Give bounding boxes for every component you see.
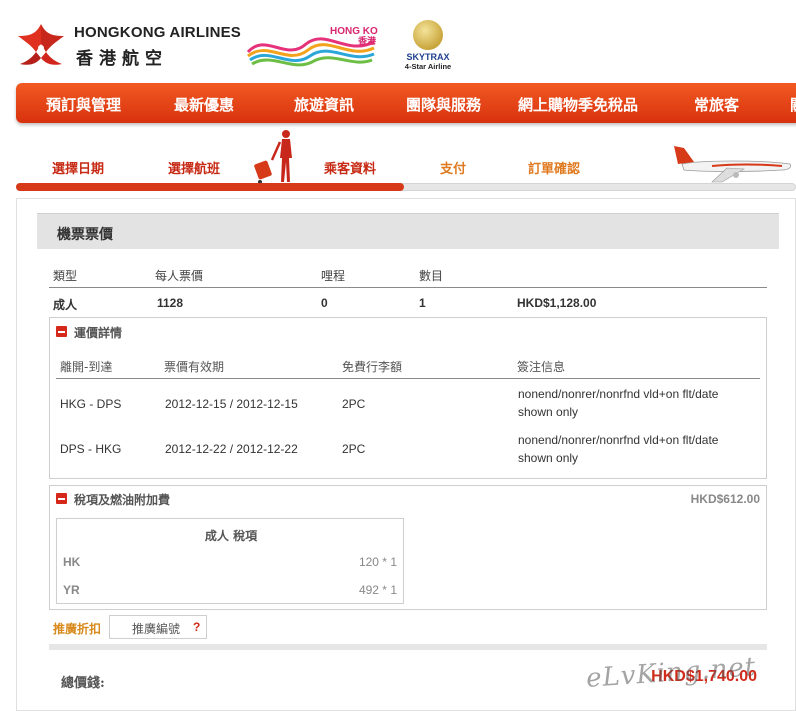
- tax-row-code: YR: [63, 583, 80, 597]
- svg-text:香港: 香港: [357, 35, 377, 47]
- fare-col-count: 數目: [419, 269, 444, 283]
- fare-section-title: 機票票價: [57, 227, 113, 243]
- fare-details-title[interactable]: 運價詳情: [74, 324, 122, 341]
- tax-table-title: 成人 稅項: [204, 529, 258, 543]
- site-header: HONGKONG AIRLINES 香港航空 HONG KONG 香港 SKYT…: [0, 0, 796, 82]
- brand-name-zh[interactable]: 香港航空: [76, 44, 168, 69]
- details-row-route: HKG - DPS: [60, 397, 122, 411]
- details-row-endorsement-line2: shown only: [518, 405, 579, 419]
- details-row-validity: 2012-12-15 / 2012-12-15: [165, 397, 298, 411]
- details-row-validity: 2012-12-22 / 2012-12-22: [165, 442, 298, 456]
- fare-panel: 機票票價 類型 每人票價 哩程 數目 成人 1128 0 1 HKD$1,128…: [16, 198, 796, 711]
- fare-row-type: 成人: [53, 298, 78, 312]
- main-navigation: 預訂與管理 最新優惠 旅遊資訊 團隊與服務 網上購物季免稅品 常旅客 關: [16, 83, 796, 123]
- nav-item-booking[interactable]: 預訂與管理: [46, 94, 121, 115]
- details-row-endorsement-line1: nonend/nonrer/nonrfnd vld+on flt/date: [518, 387, 719, 401]
- step-order-confirmation: 訂單確認: [528, 162, 581, 177]
- total-bar: 總價錢: HKD$1,740.00: [49, 644, 767, 704]
- step-select-date[interactable]: 選擇日期: [52, 158, 104, 177]
- skytrax-name: SKYTRAX: [406, 52, 450, 62]
- fare-col-miles: 哩程: [321, 269, 346, 283]
- taxes-title[interactable]: 稅項及燃油附加費: [74, 491, 170, 508]
- booking-steps: 選擇日期 選擇航班 乘客資料 支付 訂單確認: [16, 124, 796, 194]
- taxes-amount: HKD$612.00: [690, 492, 760, 506]
- step-progress-fill: [16, 183, 404, 191]
- brand-name-en[interactable]: HONGKONG AIRLINES: [74, 24, 241, 41]
- details-col-validity: 票價有效期: [164, 360, 225, 374]
- promo-label: 推廣折扣: [53, 622, 102, 636]
- details-row-route: DPS - HKG: [60, 442, 122, 456]
- total-label: 總價錢:: [61, 676, 105, 691]
- details-col-baggage: 免費行李額: [342, 360, 403, 374]
- details-header-rule: [56, 378, 760, 379]
- hong-kong-brand-logo-icon: HONG KONG 香港: [246, 26, 378, 67]
- taxes-box: 稅項及燃油附加費 HKD$612.00 成人 稅項 HK 120 * 1 YR …: [49, 485, 767, 610]
- step-passenger-info[interactable]: 乘客資料: [324, 158, 376, 177]
- tax-row-value: 492 * 1: [358, 583, 397, 597]
- fare-row-total: HKD$1,128.00: [517, 296, 597, 310]
- bauhinia-logo-icon[interactable]: [16, 22, 66, 68]
- airplane-icon: [674, 146, 792, 183]
- tax-row-code: HK: [63, 555, 81, 569]
- traveller-with-suitcase-icon: [254, 130, 292, 184]
- promo-placeholder: 推廣編號: [132, 622, 181, 636]
- tax-breakdown-table: 成人 稅項 HK 120 * 1 YR 492 * 1: [56, 518, 404, 604]
- nav-item-more[interactable]: 關: [790, 94, 796, 115]
- fare-col-type: 類型: [53, 269, 78, 283]
- svg-text:HONG KONG: HONG KONG: [330, 26, 378, 37]
- nav-item-travel-info[interactable]: 旅遊資訊: [294, 94, 354, 115]
- fare-row-count: 1: [419, 296, 426, 310]
- total-value: HKD$1,740.00: [651, 668, 757, 685]
- tax-row-value: 120 * 1: [358, 555, 397, 569]
- nav-item-group-services[interactable]: 團隊與服務: [406, 94, 481, 115]
- nav-item-offers[interactable]: 最新優惠: [174, 94, 234, 115]
- fare-section-header: 機票票價: [37, 213, 779, 249]
- nav-item-duty-free[interactable]: 網上購物季免稅品: [518, 94, 638, 115]
- step-payment: 支付: [440, 162, 467, 177]
- fare-details-box: 運價詳情 離開-到達 票價有效期 免費行李額 簽注信息 HKG - DPS 20…: [49, 317, 767, 479]
- promo-code-input[interactable]: 推廣編號 ?: [109, 615, 207, 639]
- details-row-baggage: 2PC: [342, 442, 366, 456]
- step-select-flight[interactable]: 選擇航班: [168, 158, 220, 177]
- fare-header-rule: [49, 287, 767, 288]
- collapse-minus-icon[interactable]: [56, 326, 67, 337]
- skytrax-rating: 4-Star Airline: [404, 62, 452, 71]
- nav-item-frequent-flyer[interactable]: 常旅客: [694, 94, 739, 115]
- fare-row-miles: 0: [321, 296, 328, 310]
- skytrax-medal-icon: [413, 20, 443, 50]
- details-col-route: 離開-到達: [60, 360, 113, 374]
- details-row-baggage: 2PC: [342, 397, 366, 411]
- promo-help-icon[interactable]: ?: [193, 620, 200, 634]
- details-row-endorsement-line1: nonend/nonrer/nonrfnd vld+on flt/date: [518, 433, 719, 447]
- fare-col-price: 每人票價: [155, 269, 204, 283]
- collapse-minus-icon[interactable]: [56, 493, 67, 504]
- fare-row-price: 1128: [157, 296, 184, 310]
- details-col-endorsement: 簽注信息: [517, 360, 566, 374]
- details-row-endorsement-line2: shown only: [518, 451, 579, 465]
- skytrax-badge: SKYTRAX 4-Star Airline: [398, 20, 458, 71]
